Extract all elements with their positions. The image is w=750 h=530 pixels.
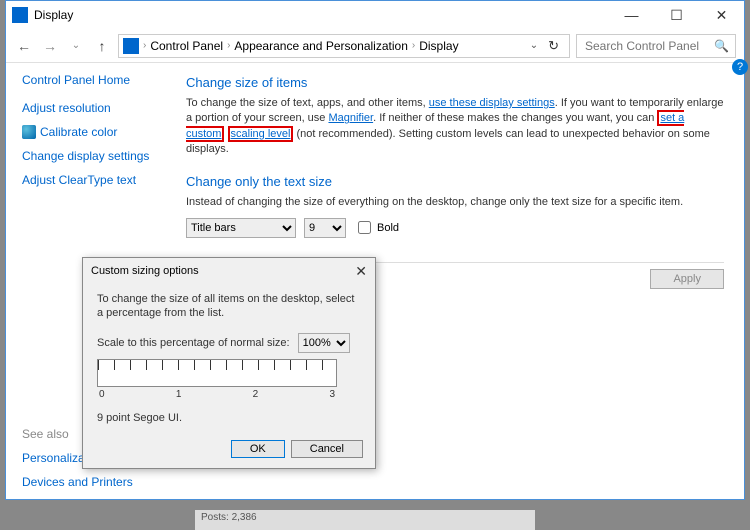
heading-change-size: Change size of items bbox=[186, 75, 724, 90]
paragraph-text-size: Instead of changing the size of everythi… bbox=[186, 195, 724, 210]
cancel-button[interactable]: Cancel bbox=[291, 440, 363, 458]
back-button[interactable]: ← bbox=[14, 36, 34, 56]
close-button[interactable]: ✕ bbox=[699, 1, 744, 29]
text-size-controls: Title bars 9 Bold bbox=[186, 218, 724, 238]
scale-dropdown[interactable]: 100% bbox=[298, 333, 350, 353]
custom-sizing-dialog: Custom sizing options ✕ To change the si… bbox=[82, 257, 376, 469]
dialog-close-button[interactable]: ✕ bbox=[355, 263, 367, 280]
sidebar-adjust-resolution[interactable]: Adjust resolution bbox=[22, 101, 176, 115]
up-button[interactable]: ↑ bbox=[92, 36, 112, 56]
search-box[interactable]: 🔍 bbox=[576, 34, 736, 58]
dialog-text: To change the size of all items on the d… bbox=[97, 292, 361, 321]
dialog-titlebar: Custom sizing options ✕ bbox=[83, 258, 375, 284]
sidebar-adjust-cleartype[interactable]: Adjust ClearType text bbox=[22, 173, 176, 187]
scale-label: Scale to this percentage of normal size: bbox=[97, 337, 290, 349]
address-dropdown-icon[interactable]: ⌄ bbox=[530, 40, 538, 51]
titlebar: Display — ☐ ✕ bbox=[6, 1, 744, 29]
sidebar-item-label: Adjust ClearType text bbox=[22, 173, 136, 187]
sidebar-item-label: Change display settings bbox=[22, 149, 149, 163]
sample-text: 9 point Segoe UI. bbox=[97, 412, 361, 424]
help-icon[interactable]: ? bbox=[732, 59, 748, 75]
sidebar-change-display-settings[interactable]: Change display settings bbox=[22, 149, 176, 163]
ruler[interactable] bbox=[97, 359, 337, 387]
display-settings-link[interactable]: use these display settings bbox=[429, 97, 555, 109]
refresh-icon[interactable]: ↻ bbox=[542, 38, 565, 54]
maximize-button[interactable]: ☐ bbox=[654, 1, 699, 29]
item-dropdown[interactable]: Title bars bbox=[186, 218, 296, 238]
magnifier-link[interactable]: Magnifier bbox=[328, 112, 373, 124]
address-bar[interactable]: › Control Panel › Appearance and Persona… bbox=[118, 34, 570, 58]
location-icon bbox=[123, 38, 139, 54]
chevron-right-icon: › bbox=[143, 40, 146, 51]
forward-button: → bbox=[40, 36, 60, 56]
chevron-right-icon: › bbox=[227, 40, 230, 51]
nav-toolbar: ← → ⌄ ↑ › Control Panel › Appearance and… bbox=[6, 29, 744, 63]
see-also-devices-printers[interactable]: Devices and Printers bbox=[22, 475, 176, 489]
custom-scaling-link[interactable]: scaling level bbox=[228, 126, 294, 142]
ok-button[interactable]: OK bbox=[231, 440, 285, 458]
window-title: Display bbox=[34, 8, 609, 22]
sidebar-item-label: Adjust resolution bbox=[22, 101, 111, 115]
scale-row: Scale to this percentage of normal size:… bbox=[97, 333, 361, 353]
search-input[interactable] bbox=[583, 38, 713, 54]
minimize-button[interactable]: — bbox=[609, 1, 654, 29]
sidebar-calibrate-color[interactable]: Calibrate color bbox=[22, 125, 176, 139]
sidebar-item-label: Calibrate color bbox=[40, 125, 117, 139]
ruler-labels: 0 1 2 3 bbox=[97, 389, 337, 400]
control-panel-home-link[interactable]: Control Panel Home bbox=[22, 73, 176, 87]
heading-text-size: Change only the text size bbox=[186, 174, 724, 189]
shield-icon bbox=[22, 125, 36, 139]
breadcrumb-segment[interactable]: Appearance and Personalization bbox=[234, 39, 407, 53]
breadcrumb-segment[interactable]: Display bbox=[419, 39, 458, 53]
chevron-right-icon: › bbox=[412, 40, 415, 51]
bold-checkbox-label[interactable]: Bold bbox=[354, 218, 399, 237]
background-strip: Posts: 2,386 bbox=[195, 510, 535, 530]
dialog-title: Custom sizing options bbox=[91, 265, 199, 277]
breadcrumb-segment[interactable]: Control Panel bbox=[150, 39, 223, 53]
search-icon[interactable]: 🔍 bbox=[714, 39, 729, 53]
recent-dropdown[interactable]: ⌄ bbox=[66, 36, 86, 56]
bold-checkbox[interactable] bbox=[358, 221, 371, 234]
display-icon bbox=[12, 7, 28, 23]
apply-button[interactable]: Apply bbox=[650, 269, 724, 289]
paragraph-change-size: To change the size of text, apps, and ot… bbox=[186, 96, 724, 158]
size-dropdown[interactable]: 9 bbox=[304, 218, 346, 238]
